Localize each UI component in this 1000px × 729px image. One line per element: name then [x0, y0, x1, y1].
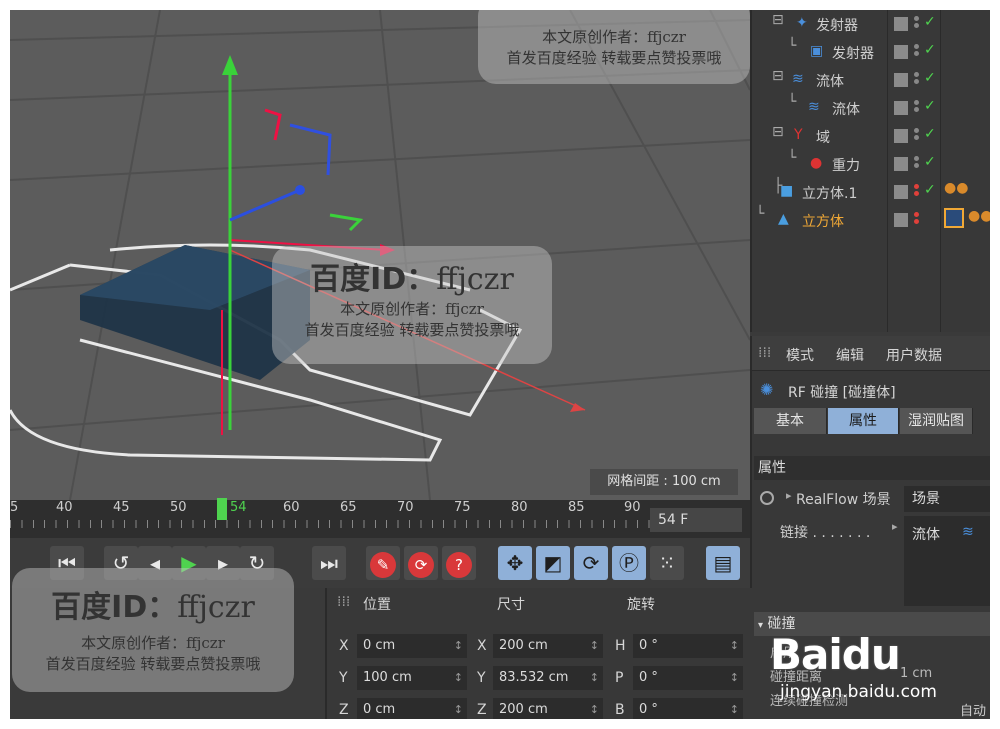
current-frame-label: 54 — [230, 500, 247, 515]
menu-edit[interactable]: 编辑 — [836, 345, 864, 365]
cone-icon: ▲ — [778, 211, 789, 227]
baidu-jingyan-logo: Baidu jingyan.baidu.com — [770, 630, 937, 702]
caret-right-icon: ▸ — [892, 520, 898, 533]
fluid-icon: ≋ — [962, 524, 974, 540]
rotate-tool-button[interactable]: ⟳ — [574, 546, 608, 580]
parameter-button[interactable]: Ⓟ — [612, 546, 646, 580]
object-manager: ⊟ ✦ 发射器 ✓ └ ▣ 发射器 ✓ ⊟ ≋ 流体 ✓ └ ≋ 流体 ✓ ⊟ … — [750, 10, 990, 332]
playhead[interactable] — [217, 498, 227, 520]
grid-spacing-readout: 网格间距 : 100 cm — [590, 469, 738, 495]
menu-mode[interactable]: 模式 — [786, 345, 814, 365]
rotation-p-field[interactable]: 0 ° — [633, 666, 743, 690]
watermark-bottom-left: 百度ID：ffjczr 本文原创作者：ffjczr 首发百度经验 转载要点赞投票… — [12, 568, 294, 692]
watermark-top: 本文原创作者：ffjczr 首发百度经验 转载要点赞投票哦 — [478, 10, 750, 84]
realflow-scene-radio[interactable] — [760, 491, 774, 505]
object-row-emitter[interactable]: ⊟ ✦ 发射器 ✓ — [752, 10, 990, 38]
realflow-scene-field[interactable]: 场景 — [904, 486, 990, 512]
link-list-field[interactable]: 流体 ≋ — [904, 516, 990, 606]
size-y-field[interactable]: 83.532 cm — [493, 666, 603, 690]
object-row-gravity[interactable]: └ ● 重力 ✓ — [752, 150, 990, 178]
attributes-menu-bar: ⁞⁞⁞ 模式 编辑 用户数据 — [752, 336, 990, 371]
object-row-fluid[interactable]: ⊟ ≋ 流体 ✓ — [752, 66, 990, 94]
position-header: 位置 — [363, 597, 391, 613]
cube-icon: ■ — [780, 183, 794, 199]
link-label: 链接 . . . . . . . — [780, 525, 871, 541]
grip-icon: ⁞⁞⁞ — [337, 594, 351, 610]
rf-collision-tag-icon[interactable] — [944, 208, 964, 228]
object-row-fluid-child[interactable]: └ ≋ 流体 ✓ — [752, 94, 990, 122]
rotation-b-field[interactable]: 0 ° — [633, 698, 743, 719]
link-item-fluid[interactable]: 流体 — [912, 527, 940, 543]
grip-icon: ⁞⁞⁞ — [758, 345, 772, 361]
object-row-cube-1[interactable]: ├ ■ 立方体.1 ✓ ●● — [752, 178, 990, 206]
grid-dots-button[interactable]: ⁙ — [650, 546, 684, 580]
tab-wet-map[interactable]: 湿润贴图 — [900, 408, 973, 434]
domain-icon: Y — [794, 127, 803, 143]
material-tag-icon[interactable]: ●● — [944, 180, 968, 196]
position-y-field[interactable]: 100 cm — [357, 666, 467, 690]
record-key-button[interactable]: ✎ — [366, 546, 400, 580]
material-tag-icon[interactable]: ●● — [968, 208, 990, 224]
realflow-scene-label: RealFlow 场景 — [796, 492, 891, 508]
rotation-header: 旋转 — [627, 597, 655, 613]
rotation-h-field[interactable]: 0 ° — [633, 634, 743, 658]
visibility-toggle[interactable] — [894, 17, 908, 31]
caret-right-icon: ▸ — [786, 489, 792, 502]
object-row-emitter-child[interactable]: └ ▣ 发射器 ✓ — [752, 38, 990, 66]
attributes-tabs: 基本 属性 湿润贴图 — [754, 408, 990, 434]
current-frame-field[interactable]: 54 F — [650, 508, 742, 532]
emitter-icon: ✦ — [796, 15, 808, 31]
timeline-ruler[interactable]: 5 40 45 50 54 60 65 70 75 80 85 90 54 F — [10, 498, 750, 538]
app-window: 网格间距 : 100 cm ⊟ ✦ 发射器 ✓ └ ▣ 发射器 ✓ ⊟ ≋ 流体 — [10, 10, 990, 719]
size-x-field[interactable]: 200 cm — [493, 634, 603, 658]
object-row-cube-selected[interactable]: └ ▲ 立方体 ●● — [752, 206, 990, 234]
rf-collision-icon: ✺ — [760, 380, 774, 399]
film-icon-button[interactable]: ▤ — [706, 546, 740, 580]
keyframe-selection-button[interactable]: ? — [442, 546, 476, 580]
fluid-icon: ≋ — [792, 71, 804, 87]
watermark-center: 百度ID：ffjczr 本文原创作者：ffjczr 首发百度经验 转载要点赞投票… — [272, 246, 552, 364]
auto-key-button[interactable]: ⟳ — [404, 546, 438, 580]
scale-tool-button[interactable]: ◩ — [536, 546, 570, 580]
go-to-end-button[interactable]: ⏭ — [312, 546, 346, 580]
object-row-domain[interactable]: ⊟ Y 域 ✓ — [752, 122, 990, 150]
attributes-title: RF 碰撞 [碰撞体] — [788, 385, 896, 401]
size-z-field[interactable]: 200 cm — [493, 698, 603, 719]
position-x-field[interactable]: 0 cm — [357, 634, 467, 658]
coordinates-manager: ⁞⁞⁞ 位置 尺寸 旋转 X 0 cm X 200 cm H 0 ° Y 100… — [325, 588, 752, 719]
fluid-child-icon: ≋ — [808, 99, 820, 115]
move-tool-button[interactable]: ✥ — [498, 546, 532, 580]
enabled-check-icon[interactable]: ✓ — [924, 14, 936, 30]
timeline-ticks — [10, 520, 650, 528]
position-z-field[interactable]: 0 cm — [357, 698, 467, 719]
gravity-icon: ● — [810, 155, 823, 171]
menu-user-data[interactable]: 用户数据 — [886, 345, 942, 365]
tab-basic[interactable]: 基本 — [754, 408, 827, 434]
section-properties-header: 属性 — [754, 456, 990, 480]
size-header: 尺寸 — [497, 597, 525, 613]
tab-properties[interactable]: 属性 — [828, 408, 899, 434]
emitter-child-icon: ▣ — [810, 43, 824, 59]
